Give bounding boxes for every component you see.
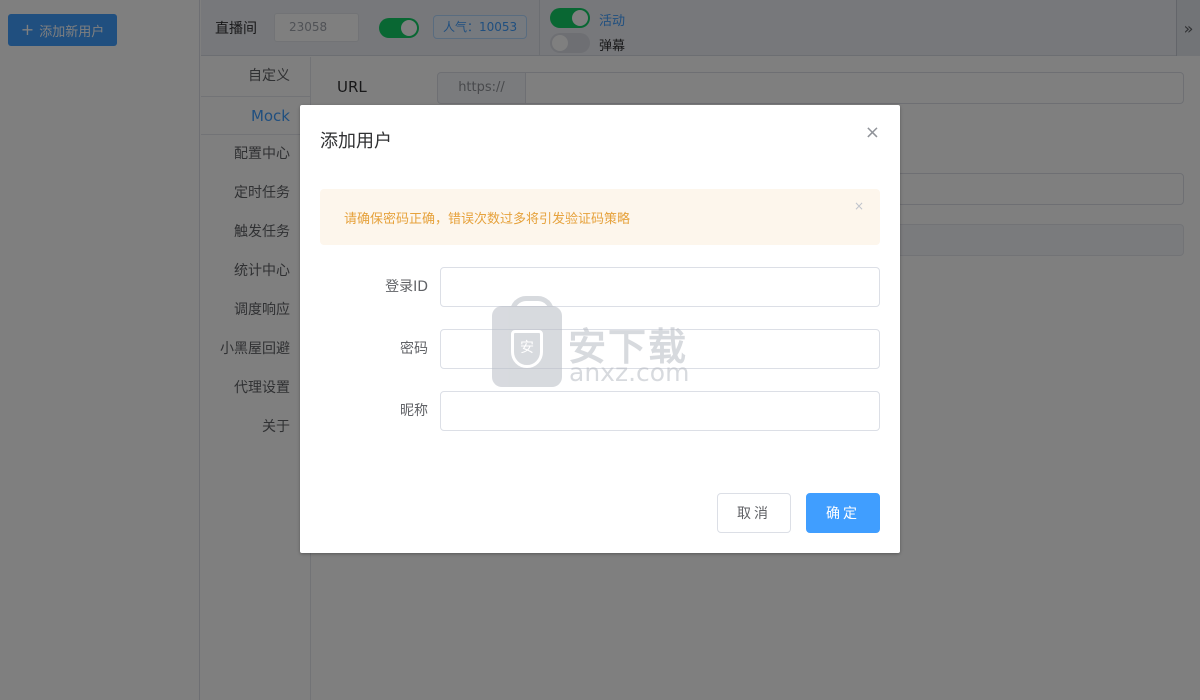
form-row-login-id: 登录ID	[320, 267, 880, 307]
shopping-bag-icon: 安	[492, 296, 562, 387]
dialog-title: 添加用户	[320, 131, 392, 152]
password-label: 密码	[400, 341, 428, 357]
confirm-button[interactable]: 确定	[806, 493, 880, 533]
cancel-button[interactable]: 取消	[717, 493, 791, 533]
shield-icon: 安	[511, 330, 543, 368]
login-id-input[interactable]	[440, 267, 880, 307]
alert-text: 请确保密码正确，错误次数过多将引发验证码策略	[344, 212, 631, 227]
nickname-input[interactable]	[440, 391, 880, 431]
watermark-logo: 安 安下载 anxz.com	[492, 296, 712, 396]
watermark-en-text: anxz.com	[569, 358, 690, 387]
close-icon[interactable]: ×	[865, 124, 880, 142]
alert-close-icon[interactable]: ×	[854, 199, 864, 213]
form-row-nickname: 昵称	[320, 391, 880, 431]
warning-alert: 请确保密码正确，错误次数过多将引发验证码策略 ×	[320, 189, 880, 245]
nickname-label: 昵称	[400, 403, 428, 419]
login-id-label: 登录ID	[385, 279, 428, 295]
